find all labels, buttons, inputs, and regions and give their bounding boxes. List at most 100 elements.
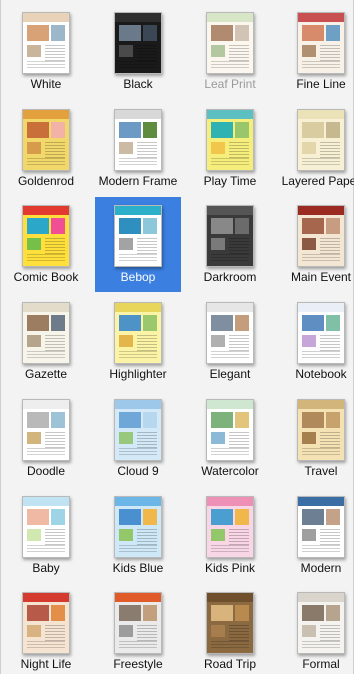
theme-thumbnail-leaf-print bbox=[206, 12, 254, 74]
theme-fine-line[interactable]: Fine Line bbox=[278, 4, 354, 99]
theme-formal[interactable]: Formal bbox=[278, 584, 354, 679]
theme-night-life[interactable]: Night Life bbox=[3, 584, 89, 679]
theme-black[interactable]: Black bbox=[95, 4, 181, 99]
thumbnail-header bbox=[207, 593, 253, 602]
theme-kids-pink[interactable]: Kids Pink bbox=[187, 488, 273, 583]
vertical-scrollbar[interactable] bbox=[348, 0, 352, 674]
thumbnail-photo bbox=[27, 625, 41, 637]
theme-main-event[interactable]: Main Event bbox=[278, 197, 354, 292]
theme-white[interactable]: White bbox=[3, 4, 89, 99]
theme-travel[interactable]: Travel bbox=[278, 391, 354, 486]
thumbnail-photo bbox=[27, 122, 49, 138]
thumbnail-text-lines bbox=[137, 238, 157, 254]
theme-layered-paper[interactable]: Layered Paper bbox=[278, 101, 354, 196]
theme-thumbnail-freestyle bbox=[114, 592, 162, 654]
thumbnail-text-lines bbox=[27, 351, 65, 358]
thumbnail-photo bbox=[51, 412, 65, 428]
thumbnail-header bbox=[115, 303, 161, 312]
theme-thumbnail-notebook bbox=[297, 302, 345, 364]
thumbnail-photo bbox=[143, 25, 157, 41]
theme-goldenrod[interactable]: Goldenrod bbox=[3, 101, 89, 196]
thumbnail-text-lines bbox=[320, 238, 340, 254]
thumbnail-text-lines bbox=[320, 142, 340, 158]
theme-road-trip[interactable]: Road Trip bbox=[187, 584, 273, 679]
thumbnail-text-lines bbox=[137, 432, 157, 448]
thumbnail-header bbox=[115, 497, 161, 506]
thumbnail-photo bbox=[326, 412, 340, 428]
theme-label: Modern Frame bbox=[98, 174, 178, 188]
thumbnail-text-lines bbox=[45, 335, 65, 351]
thumbnail-header bbox=[115, 206, 161, 215]
theme-leaf-print[interactable]: Leaf Print bbox=[187, 4, 273, 99]
theme-thumbnail-container bbox=[22, 399, 70, 461]
theme-thumbnail-container bbox=[22, 592, 70, 654]
thumbnail-photo bbox=[119, 122, 141, 138]
thumbnail-photo bbox=[326, 218, 340, 234]
thumbnail-photo bbox=[119, 509, 141, 525]
thumbnail-photo bbox=[119, 45, 133, 57]
theme-label: Bebop bbox=[120, 270, 156, 284]
thumbnail-header bbox=[23, 13, 69, 22]
theme-gazette[interactable]: Gazette bbox=[3, 294, 89, 389]
theme-comic-book[interactable]: Comic Book bbox=[3, 197, 89, 292]
theme-notebook[interactable]: Notebook bbox=[278, 294, 354, 389]
thumbnail-header bbox=[207, 110, 253, 119]
theme-elegant[interactable]: Elegant bbox=[187, 294, 273, 389]
thumbnail-header bbox=[23, 497, 69, 506]
theme-thumbnail-kids-pink bbox=[206, 496, 254, 558]
theme-play-time[interactable]: Play Time bbox=[187, 101, 273, 196]
thumbnail-text-lines bbox=[211, 61, 249, 68]
thumbnail-header bbox=[23, 206, 69, 215]
thumbnail-text-lines bbox=[45, 625, 65, 641]
thumbnail-text-lines bbox=[45, 45, 65, 61]
theme-thumbnail-highlighter bbox=[114, 302, 162, 364]
thumbnail-text-lines bbox=[137, 529, 157, 545]
theme-thumbnail-road-trip bbox=[206, 592, 254, 654]
thumbnail-photo bbox=[211, 432, 225, 444]
thumbnail-photo bbox=[326, 315, 340, 331]
theme-doodle[interactable]: Doodle bbox=[3, 391, 89, 486]
thumbnail-text-lines bbox=[229, 335, 249, 351]
theme-label: Formal bbox=[302, 657, 340, 671]
thumbnail-header bbox=[207, 497, 253, 506]
theme-thumbnail-modern bbox=[297, 496, 345, 558]
theme-label: Layered Paper bbox=[281, 174, 354, 188]
thumbnail-photo bbox=[119, 315, 141, 331]
thumbnail-photo bbox=[211, 45, 225, 57]
theme-label: Kids Pink bbox=[204, 561, 256, 575]
theme-label: Black bbox=[123, 77, 153, 91]
theme-darkroom[interactable]: Darkroom bbox=[187, 197, 273, 292]
thumbnail-photo bbox=[302, 25, 324, 41]
thumbnail-text-lines bbox=[45, 432, 65, 448]
theme-kids-blue[interactable]: Kids Blue bbox=[95, 488, 181, 583]
thumbnail-header bbox=[23, 303, 69, 312]
theme-highlighter[interactable]: Highlighter bbox=[95, 294, 181, 389]
thumbnail-photo bbox=[302, 218, 324, 234]
thumbnail-photo bbox=[211, 605, 233, 621]
theme-bebop[interactable]: Bebop bbox=[95, 197, 181, 292]
thumbnail-text-lines bbox=[302, 351, 340, 358]
thumbnail-text-lines bbox=[27, 545, 65, 552]
theme-modern-frame[interactable]: Modern Frame bbox=[95, 101, 181, 196]
theme-label: Watercolor bbox=[201, 464, 259, 478]
theme-grid: White Black Leaf Print Fine Line Goldenrod Mo… bbox=[1, 0, 354, 674]
thumbnail-photo bbox=[27, 142, 41, 154]
thumbnail-header bbox=[298, 400, 344, 409]
thumbnail-header bbox=[207, 400, 253, 409]
thumbnail-photo bbox=[235, 605, 249, 621]
theme-thumbnail-container bbox=[114, 496, 162, 558]
theme-cloud-9[interactable]: Cloud 9 bbox=[95, 391, 181, 486]
theme-thumbnail-container bbox=[22, 302, 70, 364]
theme-watercolor[interactable]: Watercolor bbox=[187, 391, 273, 486]
thumbnail-text-lines bbox=[229, 529, 249, 545]
theme-baby[interactable]: Baby bbox=[3, 488, 89, 583]
thumbnail-header bbox=[115, 593, 161, 602]
thumbnail-photo bbox=[27, 315, 49, 331]
theme-label: Goldenrod bbox=[17, 174, 75, 188]
theme-thumbnail-watercolor bbox=[206, 399, 254, 461]
thumbnail-header bbox=[23, 400, 69, 409]
theme-label: Main Event bbox=[290, 270, 352, 284]
theme-modern[interactable]: Modern bbox=[278, 488, 354, 583]
theme-freestyle[interactable]: Freestyle bbox=[95, 584, 181, 679]
theme-thumbnail-container bbox=[206, 496, 254, 558]
